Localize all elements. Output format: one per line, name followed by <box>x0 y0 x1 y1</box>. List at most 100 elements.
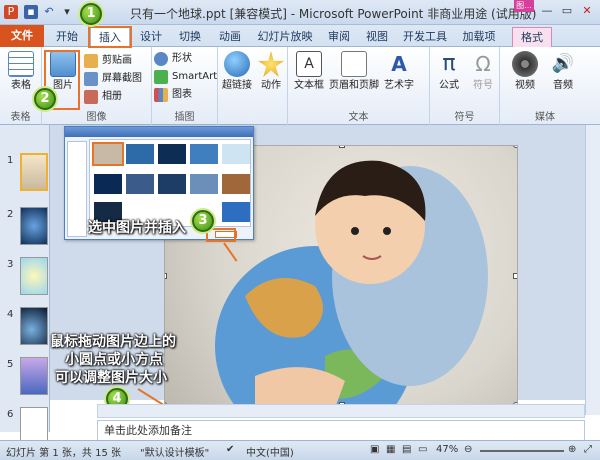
slide-number: 1 <box>7 155 14 166</box>
tab-animations[interactable]: 动画 <box>212 27 248 47</box>
chart-button[interactable]: 图表 <box>154 87 192 103</box>
globe-icon <box>224 51 250 77</box>
album-button[interactable]: 相册 <box>84 89 122 105</box>
undo-icon[interactable]: ↶ <box>42 5 56 19</box>
file-thumbnail[interactable] <box>94 202 122 222</box>
zoom-out-icon[interactable]: ⊖ <box>464 444 472 455</box>
tab-slideshow[interactable]: 幻灯片放映 <box>252 27 318 47</box>
file-thumbnail[interactable] <box>92 142 124 166</box>
tab-file[interactable]: 文件 <box>0 25 44 47</box>
video-button[interactable]: 视频 <box>506 51 544 107</box>
smartart-label: SmartArt <box>172 71 218 82</box>
file-thumbnail[interactable] <box>126 144 154 164</box>
dialog-title-bar <box>65 127 253 137</box>
table-label: 表格 <box>11 80 31 91</box>
tab-format[interactable]: 格式 <box>512 27 552 47</box>
theme-name[interactable]: "默认设计模板" <box>140 444 209 459</box>
hyperlink-button[interactable]: 超链接 <box>218 51 256 107</box>
group-label-text: 文本 <box>348 112 369 123</box>
tab-addins[interactable]: 加载项 <box>456 27 502 47</box>
close-icon[interactable]: ✕ <box>576 2 598 20</box>
hyperlink-label: 超链接 <box>222 80 252 91</box>
wordart-icon: A <box>391 52 407 76</box>
file-thumbnail[interactable] <box>222 144 250 164</box>
shapes-icon <box>154 52 168 66</box>
textbox-button[interactable]: A 文本框 <box>290 51 328 107</box>
slide-thumbnail-4[interactable] <box>20 307 48 345</box>
slide-thumbnail-2[interactable] <box>20 207 48 245</box>
file-thumbnail[interactable] <box>126 174 154 194</box>
wordart-button[interactable]: A 艺术字 <box>380 51 418 107</box>
group-label-tables: 表格 <box>10 112 31 123</box>
audio-label: 音频 <box>553 80 573 91</box>
clipart-button[interactable]: 剪贴画 <box>84 53 132 69</box>
spellcheck-icon[interactable]: ✔ <box>226 444 234 455</box>
group-links: 超链接 动作 <box>218 47 288 125</box>
screenshot-label: 屏幕截图 <box>102 73 142 84</box>
shapes-button[interactable]: 形状 <box>154 51 192 67</box>
reading-view-icon[interactable]: ▤ <box>402 444 411 455</box>
notes-pane[interactable]: 单击此处添加备注 <box>97 420 585 442</box>
fit-slide-icon[interactable]: ⤢ <box>584 444 592 455</box>
maximize-icon[interactable]: ▭ <box>556 2 578 20</box>
zoom-level[interactable]: 47% <box>436 444 458 455</box>
customize-toolbar-icon[interactable]: ▾ <box>60 5 74 19</box>
resize-handle-left[interactable] <box>165 273 167 279</box>
symbol-button[interactable]: Ω 符号 <box>464 51 502 107</box>
resize-handle-top-right[interactable] <box>513 146 517 148</box>
group-symbols: π 公式 Ω 符号 符号 <box>430 47 500 125</box>
save-icon[interactable]: ▪ <box>24 5 38 19</box>
file-thumbnail[interactable] <box>222 202 250 222</box>
slide-sorter-icon[interactable]: ▦ <box>386 444 395 455</box>
dialog-file-grid[interactable] <box>89 139 251 227</box>
video-label: 视频 <box>515 80 535 91</box>
normal-view-icon[interactable]: ▣ <box>370 444 379 455</box>
slideshow-view-icon[interactable]: ▭ <box>418 444 427 455</box>
file-thumbnail[interactable] <box>222 174 250 194</box>
slide-thumbnail-3[interactable] <box>20 257 48 295</box>
textbox-label: 文本框 <box>294 80 324 91</box>
file-thumbnail[interactable] <box>190 144 218 164</box>
chart-label: 图表 <box>172 89 192 100</box>
clipart-label: 剪贴画 <box>102 55 132 66</box>
tab-design[interactable]: 设计 <box>134 27 168 47</box>
slide-thumbnail-5[interactable] <box>20 357 48 395</box>
powerpoint-app-icon[interactable]: P <box>4 5 18 19</box>
pi-icon: π <box>442 51 456 76</box>
ribbon: 表格 表格 图片 剪贴画 屏幕截图 相册 图像 形状 SmartArt 图表 插… <box>0 47 600 125</box>
file-thumbnail[interactable] <box>190 174 218 194</box>
slide-thumbnail-1[interactable] <box>20 153 48 191</box>
album-label: 相册 <box>102 91 122 102</box>
screenshot-icon <box>84 72 98 86</box>
language[interactable]: 中文(中国) <box>246 444 294 459</box>
zoom-in-icon[interactable]: ⊕ <box>568 444 576 455</box>
action-button[interactable]: 动作 <box>252 51 290 107</box>
resize-handle-top[interactable] <box>339 146 345 148</box>
shapes-label: 形状 <box>172 53 192 64</box>
zoom-slider[interactable] <box>480 450 564 452</box>
file-thumbnail[interactable] <box>158 144 186 164</box>
tab-developer[interactable]: 开发工具 <box>398 27 452 47</box>
group-media: 视频 🔊 音频 媒体 <box>500 47 590 125</box>
omega-icon: Ω <box>475 52 491 76</box>
chart-icon <box>154 88 168 102</box>
resize-handle-right[interactable] <box>513 273 517 279</box>
equation-button[interactable]: π 公式 <box>430 51 468 107</box>
file-thumbnail[interactable] <box>158 174 186 194</box>
vertical-scrollbar[interactable] <box>585 125 600 415</box>
horizontal-scrollbar[interactable] <box>97 404 585 418</box>
slide-number: 3 <box>7 259 14 270</box>
file-thumbnail[interactable] <box>94 174 122 194</box>
tab-review[interactable]: 审阅 <box>322 27 356 47</box>
tab-home[interactable]: 开始 <box>48 27 86 47</box>
headerfooter-button[interactable]: 页眉和页脚 <box>328 51 380 107</box>
tab-transitions[interactable]: 切换 <box>172 27 208 47</box>
screenshot-button[interactable]: 屏幕截图 <box>84 71 142 87</box>
tab-view[interactable]: 视图 <box>360 27 394 47</box>
audio-button[interactable]: 🔊 音频 <box>544 51 582 107</box>
smartart-icon <box>154 70 168 84</box>
dialog-navigation-pane[interactable] <box>67 141 87 237</box>
slide-thumbnails-panel: 1 2 3 4 5 6 <box>0 125 50 445</box>
smartart-button[interactable]: SmartArt <box>154 69 217 85</box>
minimize-icon[interactable]: — <box>536 2 558 20</box>
